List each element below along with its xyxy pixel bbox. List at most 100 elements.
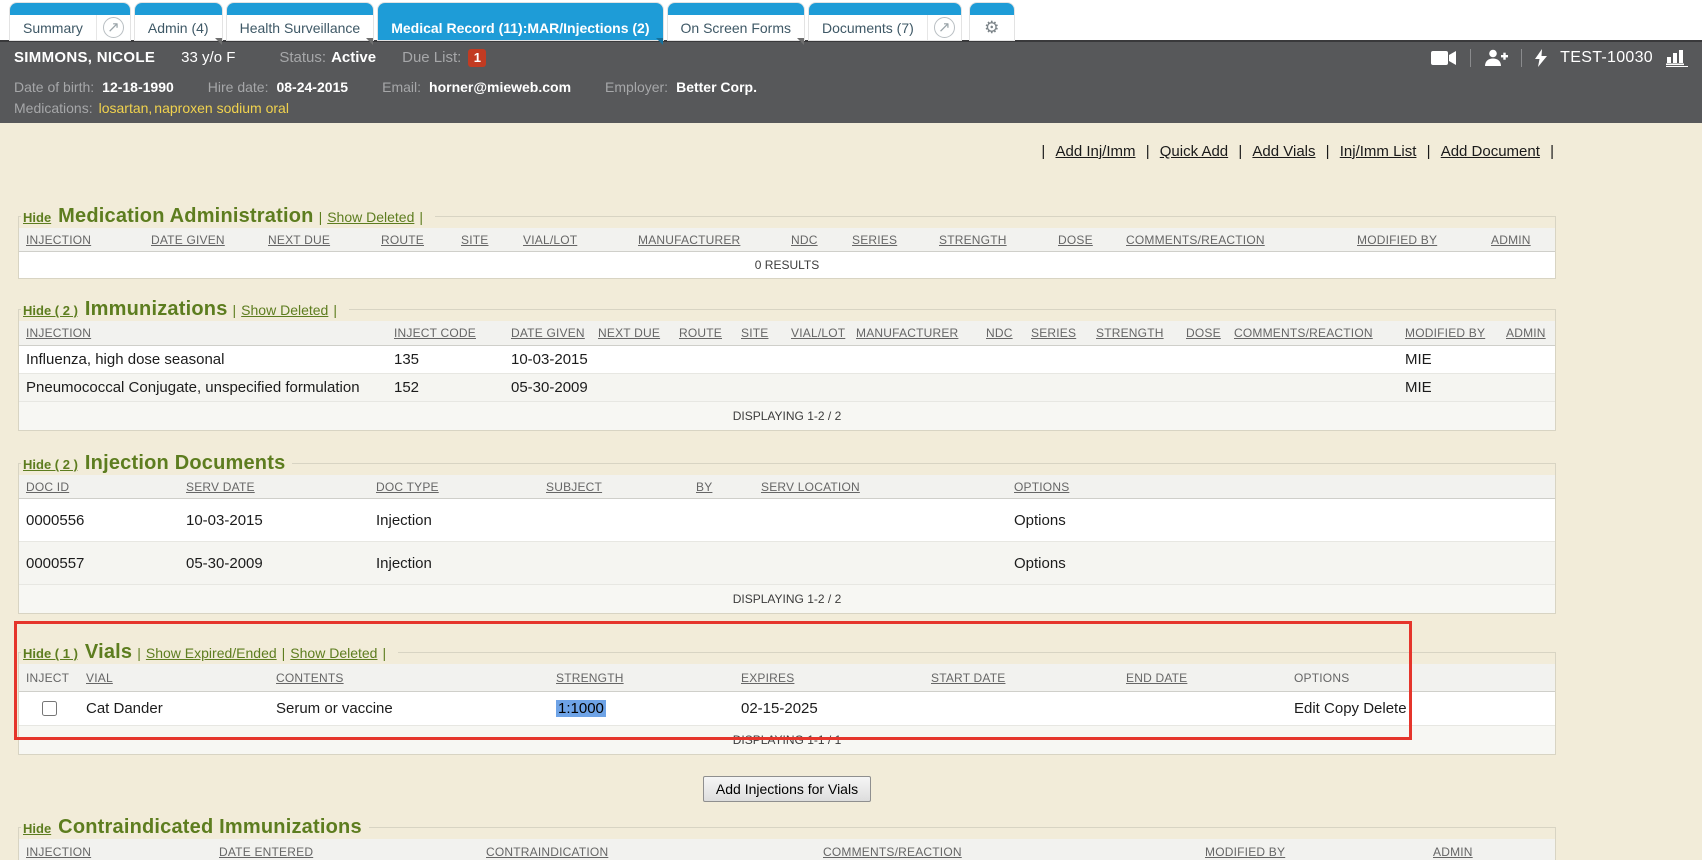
column-header[interactable]: DATE GIVEN xyxy=(504,326,591,340)
tab-health-surveillance[interactable]: Health Surveillance xyxy=(227,3,374,40)
column-header[interactable]: STRENGTH xyxy=(1089,326,1179,340)
column-header[interactable]: DATE ENTERED xyxy=(212,845,479,859)
column-header[interactable]: DATE GIVEN xyxy=(144,233,261,247)
section-medication-administration: Hide Medication Administration | Show De… xyxy=(18,205,1556,279)
hide-link[interactable]: Hide ( 1 ) xyxy=(23,646,78,661)
column-header[interactable]: COMMENTS/REACTION xyxy=(1119,233,1350,247)
hide-link[interactable]: Hide ( 2 ) xyxy=(23,457,78,472)
column-header[interactable]: INJECTION xyxy=(19,845,212,859)
hire-date-label: Hire date: xyxy=(208,79,269,95)
column-header[interactable]: START DATE xyxy=(924,671,1119,685)
add-vials-link[interactable]: Add Vials xyxy=(1252,143,1315,160)
medication-link[interactable]: naproxen sodium oral xyxy=(154,100,289,116)
tab-health-surveillance-label: Health Surveillance xyxy=(227,15,374,40)
column-header[interactable]: STRENGTH xyxy=(549,671,734,685)
quick-add-link[interactable]: Quick Add xyxy=(1160,143,1228,160)
hide-link[interactable]: Hide xyxy=(23,821,51,836)
column-header[interactable]: SERIES xyxy=(845,233,932,247)
table-header-row: INJECT VIAL CONTENTS STRENGTH EXPIRES ST… xyxy=(19,664,1555,692)
add-inj-imm-link[interactable]: Add Inj/Imm xyxy=(1055,143,1135,160)
column-header[interactable]: MODIFIED BY xyxy=(1198,845,1426,859)
column-header[interactable]: NDC xyxy=(784,233,845,247)
tab-menu-fold-icon[interactable] xyxy=(797,38,804,45)
column-header[interactable]: NEXT DUE xyxy=(591,326,672,340)
column-header[interactable]: SERV DATE xyxy=(179,480,369,494)
employer-value: Better Corp. xyxy=(676,79,757,95)
column-header[interactable]: OPTIONS xyxy=(1007,480,1555,494)
hire-date-value: 08-24-2015 xyxy=(276,79,348,95)
due-list-count-badge[interactable]: 1 xyxy=(468,49,486,67)
inject-checkbox[interactable] xyxy=(42,701,57,716)
column-header[interactable]: CONTENTS xyxy=(269,671,549,685)
vial-row: Cat Dander Serum or vaccine 1:1000 02-15… xyxy=(19,692,1555,726)
lightning-bolt-icon[interactable] xyxy=(1535,49,1547,67)
column-header[interactable]: ADMIN xyxy=(1499,326,1555,340)
column-header[interactable]: BY xyxy=(689,480,754,494)
paging-status: DISPLAYING 1-1 / 1 xyxy=(19,726,1555,754)
tab-menu-fold-icon[interactable] xyxy=(366,38,373,45)
body-area: | Add Inj/Imm | Quick Add | Add Vials | … xyxy=(0,123,1702,860)
tab-documents[interactable]: Documents (7) ↗ xyxy=(809,3,961,40)
show-expired-ended-link[interactable]: Show Expired/Ended xyxy=(146,645,277,661)
column-header[interactable]: SUBJECT xyxy=(539,480,689,494)
column-header[interactable]: EXPIRES xyxy=(734,671,924,685)
add-injections-for-vials-button[interactable]: Add Injections for Vials xyxy=(703,776,871,802)
edit-copy-delete-links[interactable]: Edit Copy Delete xyxy=(1287,700,1555,717)
bar-chart-icon[interactable] xyxy=(1666,49,1688,67)
column-header[interactable]: MANUFACTURER xyxy=(849,326,979,340)
column-header[interactable]: END DATE xyxy=(1119,671,1287,685)
video-camera-icon[interactable] xyxy=(1431,50,1457,66)
hide-link[interactable]: Hide xyxy=(23,210,51,225)
hide-link[interactable]: Hide ( 2 ) xyxy=(23,303,78,318)
show-deleted-link[interactable]: Show Deleted xyxy=(241,302,328,318)
column-header[interactable]: CONTRAINDICATION xyxy=(479,845,816,859)
column-header[interactable]: SITE xyxy=(734,326,784,340)
external-link-icon[interactable]: ↗ xyxy=(96,15,130,40)
options-link[interactable]: Options xyxy=(1007,512,1555,529)
show-deleted-link[interactable]: Show Deleted xyxy=(290,645,377,661)
column-header[interactable]: ROUTE xyxy=(374,233,454,247)
column-header[interactable]: COMMENTS/REACTION xyxy=(816,845,1198,859)
external-link-icon[interactable]: ↗ xyxy=(927,15,961,40)
tab-menu-fold-icon[interactable] xyxy=(656,38,663,45)
medications-bar: Medications: losartan, naproxen sodium o… xyxy=(0,100,1702,123)
column-header[interactable]: VIAL/LOT xyxy=(784,326,849,340)
section-title: Vials xyxy=(85,641,132,664)
add-document-link[interactable]: Add Document xyxy=(1441,143,1540,160)
add-person-icon[interactable] xyxy=(1484,49,1508,66)
tab-summary[interactable]: Summary ↗ xyxy=(10,3,130,40)
column-header[interactable]: ADMIN xyxy=(1484,233,1555,247)
button-row: Add Injections for Vials xyxy=(18,776,1556,802)
column-header[interactable]: SERIES xyxy=(1024,326,1089,340)
column-header[interactable]: INJECT CODE xyxy=(387,326,504,340)
column-header[interactable]: MODIFIED BY xyxy=(1350,233,1484,247)
column-header[interactable]: DOC ID xyxy=(19,480,179,494)
column-header[interactable]: COMMENTS/REACTION xyxy=(1227,326,1398,340)
column-header[interactable]: DOC TYPE xyxy=(369,480,539,494)
column-header[interactable]: MODIFIED BY xyxy=(1398,326,1499,340)
column-header[interactable]: INJECTION xyxy=(19,326,387,340)
tab-on-screen-forms[interactable]: On Screen Forms xyxy=(668,3,804,40)
column-header[interactable]: STRENGTH xyxy=(932,233,1051,247)
options-link[interactable]: Options xyxy=(1007,555,1555,572)
column-header[interactable]: DOSE xyxy=(1051,233,1119,247)
patient-id: TEST-10030 xyxy=(1560,49,1653,67)
column-header[interactable]: DOSE xyxy=(1179,326,1227,340)
column-header[interactable]: SERV LOCATION xyxy=(754,480,1007,494)
column-header[interactable]: NEXT DUE xyxy=(261,233,374,247)
tab-admin[interactable]: Admin (4) xyxy=(135,3,222,40)
column-header[interactable]: MANUFACTURER xyxy=(631,233,784,247)
column-header[interactable]: VIAL/LOT xyxy=(516,233,631,247)
column-header[interactable]: INJECTION xyxy=(19,233,144,247)
show-deleted-link[interactable]: Show Deleted xyxy=(327,209,414,225)
column-header[interactable]: ROUTE xyxy=(672,326,734,340)
settings-gears-icon[interactable]: ⚙ xyxy=(970,3,1014,40)
tab-menu-fold-icon[interactable] xyxy=(215,38,222,45)
medication-link[interactable]: losartan xyxy=(99,100,149,116)
tab-medical-record[interactable]: Medical Record (11):MAR/Injections (2) xyxy=(378,3,662,40)
column-header[interactable]: ADMIN xyxy=(1426,845,1555,859)
column-header[interactable]: NDC xyxy=(979,326,1024,340)
column-header[interactable]: SITE xyxy=(454,233,516,247)
inj-imm-list-link[interactable]: Inj/Imm List xyxy=(1340,143,1417,160)
column-header[interactable]: VIAL xyxy=(79,671,269,685)
